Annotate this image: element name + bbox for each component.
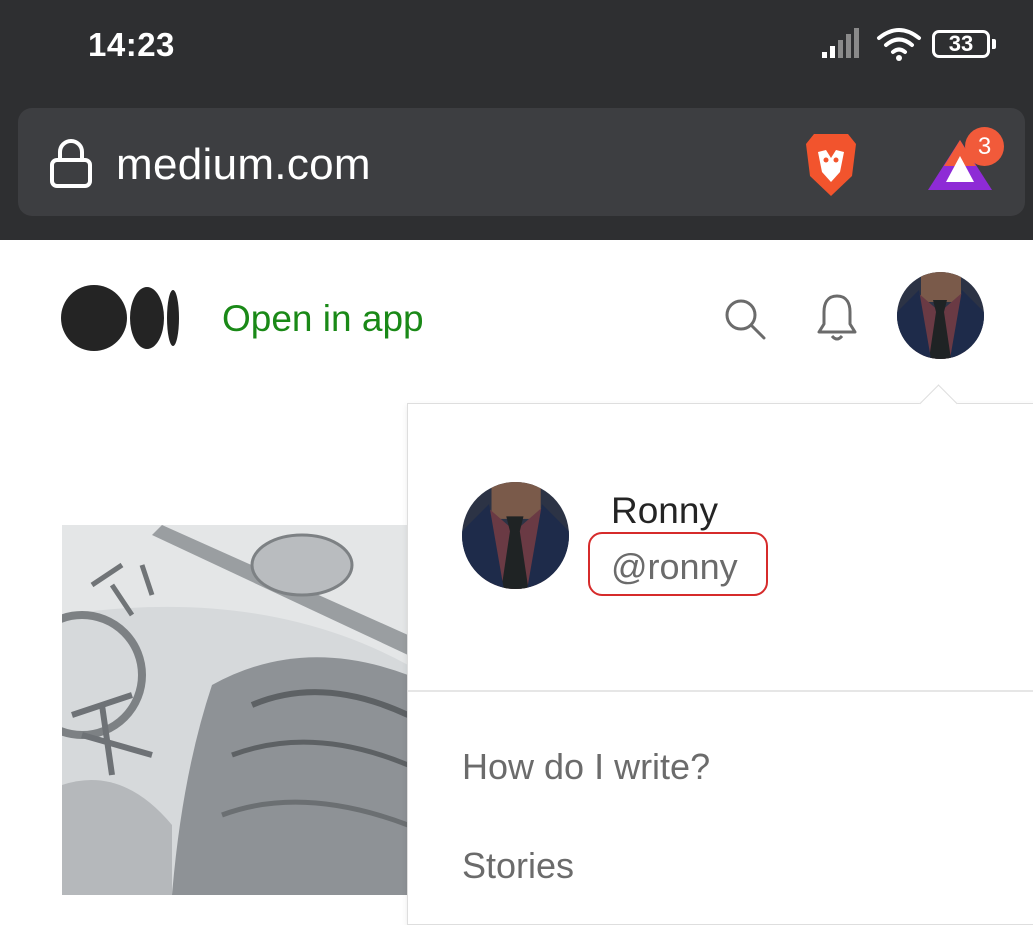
open-in-app-link[interactable]: Open in app	[222, 298, 424, 340]
menu-item-how-do-i-write[interactable]: How do I write?	[462, 746, 710, 788]
profile-name[interactable]: Ronny	[611, 490, 718, 532]
bell-icon[interactable]	[814, 292, 860, 344]
status-time: 14:23	[88, 26, 175, 63]
url-text[interactable]: medium.com	[116, 140, 371, 190]
battery-cap	[992, 39, 996, 49]
search-icon[interactable]	[722, 296, 768, 342]
battery-icon: 33	[932, 30, 990, 58]
brave-shields-icon[interactable]	[800, 130, 862, 200]
rewards-badge: 3	[965, 127, 1004, 166]
profile-avatar[interactable]	[462, 482, 569, 589]
battery-level: 33	[948, 31, 974, 56]
lock-icon[interactable]	[48, 138, 94, 190]
article-thumbnail[interactable]	[62, 525, 408, 895]
profile-handle[interactable]: @ronny	[611, 546, 738, 588]
wifi-icon	[877, 28, 921, 61]
medium-logo-icon[interactable]	[61, 284, 181, 352]
menu-divider	[408, 690, 1033, 692]
menu-item-stories[interactable]: Stories	[462, 845, 574, 887]
signal-icon	[822, 28, 859, 58]
avatar[interactable]	[897, 272, 984, 359]
